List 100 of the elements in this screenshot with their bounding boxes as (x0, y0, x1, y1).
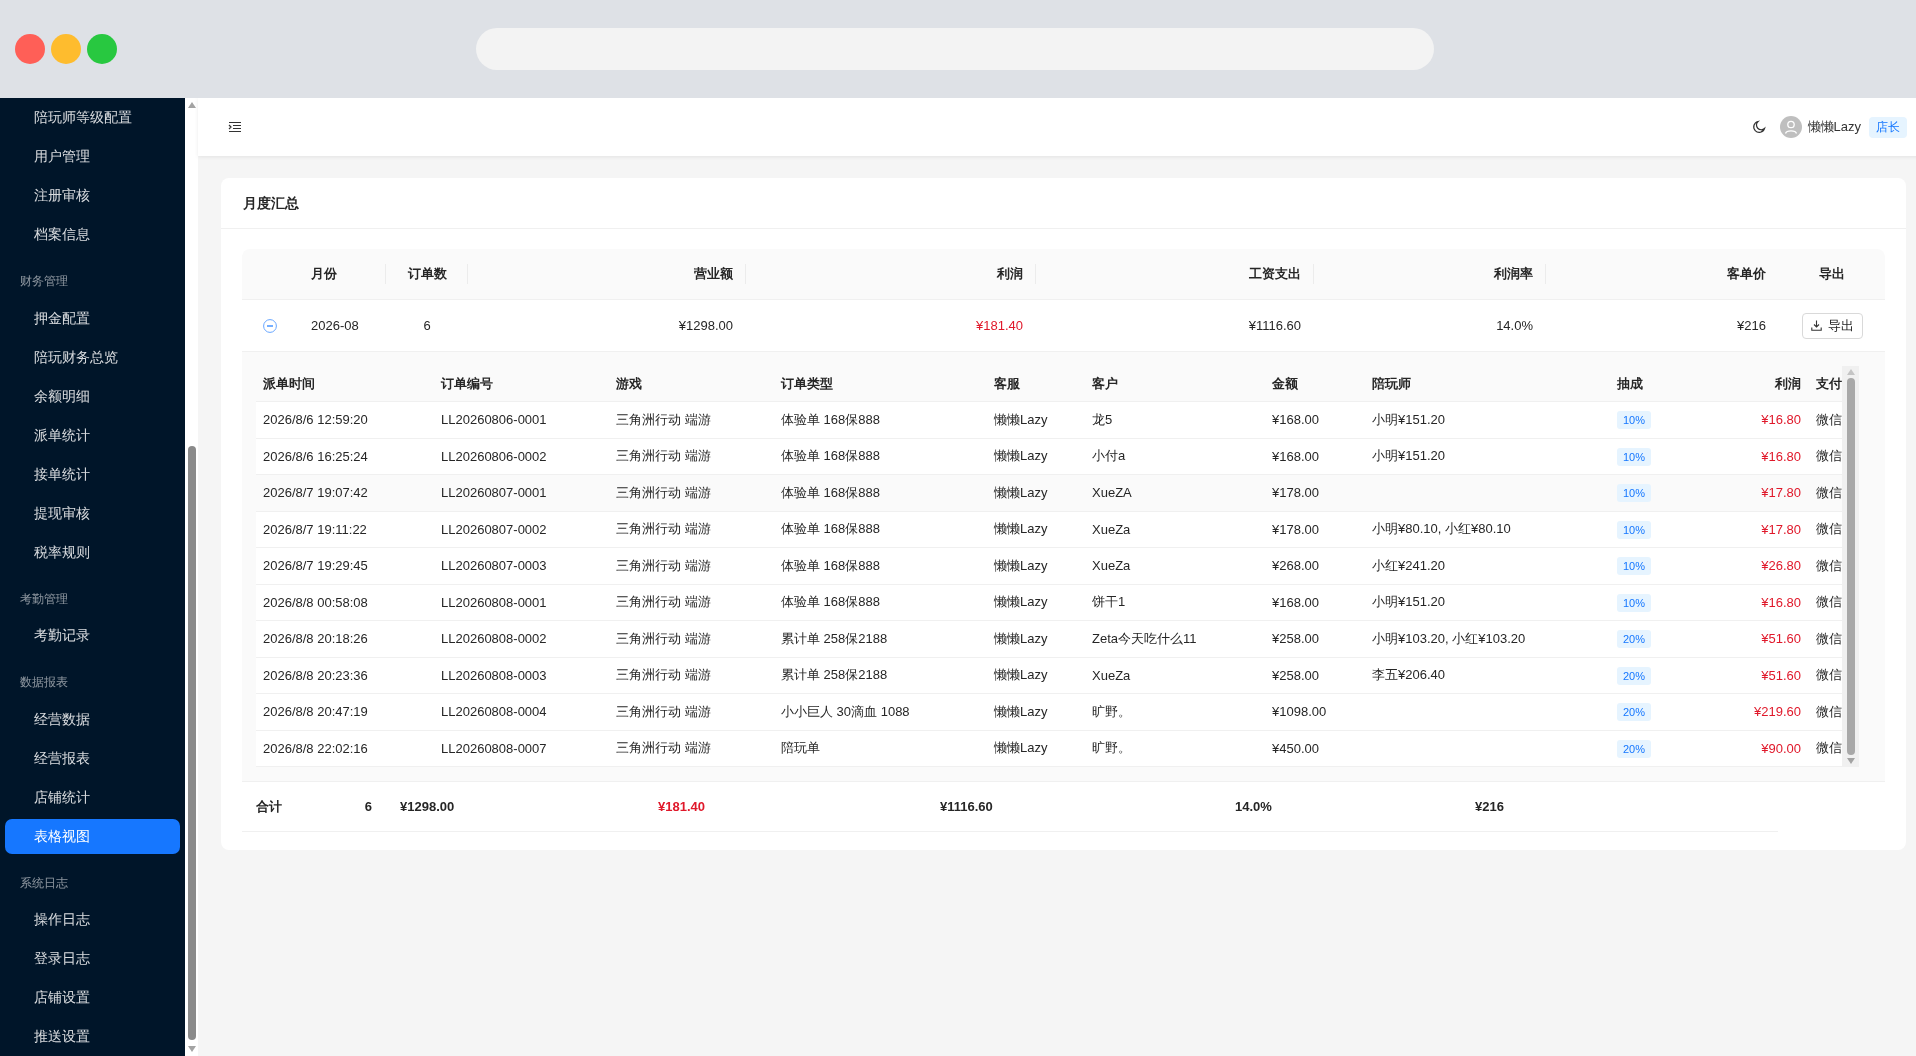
sidebar-item[interactable]: 店铺设置 (5, 980, 180, 1015)
table-row[interactable]: 2026/8/7 19:07:42 LL20260807-0001 三角洲行动 端游 体验单 168保888 懒懒Lazy XueZA ¥178.00 10% ¥17.80 微信 (256, 475, 1842, 512)
scroll-up-icon[interactable] (1846, 369, 1855, 375)
table-cell: XueZa (1092, 558, 1131, 574)
table-cell: 微信 (1816, 557, 1842, 573)
table-cell: 2026/8/7 19:07:42 (263, 485, 368, 501)
rate-tag: 10% (1617, 447, 1652, 466)
export-button[interactable]: 导出 (1801, 312, 1863, 339)
table-row[interactable]: 2026/8/7 19:29:45 LL20260807-0003 三角洲行动 端游 体验单 168保888 懒懒Lazy XueZa ¥268.00 小红¥241.20 10% ¥26.80 微信 (256, 548, 1842, 585)
table-cell: ¥51.60 (1761, 631, 1801, 647)
table-cell: 三角洲行动 端游 (616, 630, 711, 646)
sidebar-item[interactable]: 经营报表 (5, 740, 180, 776)
table-row[interactable]: 2026/8/8 20:47:19 LL20260808-0004 三角洲行动 端游 小小巨人 30滴血 1088 懒懒Lazy 旷野。 ¥1098.00 20% ¥219.60 微信 (256, 694, 1842, 731)
table-cell: 体验单 168保888 (781, 448, 880, 464)
rate-tag: 10% (1617, 411, 1652, 430)
table-cell: 小小巨人 30滴血 1088 (781, 703, 910, 719)
sidebar-item[interactable]: 表格视图 (5, 818, 180, 854)
sidebar-scrollbar[interactable] (185, 98, 198, 1056)
table-cell: 小明¥151.20 (1372, 411, 1445, 427)
table-cell: LL20260808-0003 (441, 667, 547, 683)
table-row[interactable]: 2026/8/8 22:02:16 LL20260808-0007 三角洲行动 端游 陪玩单 懒懒Lazy 旷野。 ¥450.00 20% ¥90.00 微信 (256, 730, 1842, 767)
moon-icon[interactable] (1751, 120, 1766, 134)
column-header: 支付 (1815, 374, 1842, 393)
avatar-icon[interactable] (1779, 116, 1802, 138)
sidebar-item[interactable]: 押金配置 (5, 300, 180, 336)
column-header: 派单时间 (262, 374, 316, 393)
table-cell: 2026/8/8 22:02:16 (263, 740, 368, 756)
table-cell: 2026/8/7 19:29:45 (263, 558, 368, 574)
table-cell: 体验单 168保888 (781, 521, 880, 537)
table-scrollbar[interactable] (1842, 366, 1859, 767)
column-header: 利润 (1774, 374, 1802, 393)
sidebar-item[interactable]: 登录日志 (5, 941, 180, 976)
sidebar-item[interactable]: 接单统计 (5, 456, 180, 492)
sidebar-group-label: 数据报表 (19, 674, 69, 691)
table-cell: ¥178.00 (1272, 485, 1319, 501)
user-name[interactable]: 懒懒Lazy (1807, 118, 1861, 136)
table-row[interactable]: 2026/8/7 19:11:22 LL20260807-0002 三角洲行动 端游 体验单 168保888 懒懒Lazy XueZa ¥178.00 小明¥80.10, 小红¥80.10 10% ¥17.80 微信 (256, 511, 1842, 548)
table-cell-text: ¥1298.00 (677, 318, 734, 333)
sidebar-item[interactable]: 注册审核 (5, 178, 180, 213)
rate-tag: 20% (1617, 703, 1652, 722)
table-cell: 三角洲行动 端游 (616, 667, 711, 683)
table-cell: 微信 (1816, 667, 1842, 683)
sidebar-item[interactable]: 提现审核 (5, 495, 180, 531)
sidebar-item[interactable]: 余额明细 (5, 378, 180, 414)
table-cell: 2026/8/8 20:18:26 (263, 631, 368, 647)
column-header: 陪玩师 (1371, 374, 1412, 393)
table-cell: 微信 (1816, 594, 1842, 610)
table-cell: ¥17.80 (1761, 485, 1801, 501)
table-cell: 累计单 258保2188 (781, 630, 888, 646)
rate-tag: 20% (1617, 666, 1652, 685)
rate-tag: 10% (1617, 593, 1652, 612)
minimize-window-icon[interactable] (51, 34, 81, 64)
table-cell: 体验单 168保888 (781, 411, 880, 427)
table-cell: LL20260806-0001 (441, 412, 547, 428)
collapse-icon[interactable] (263, 318, 277, 333)
sidebar-item[interactable]: 派单统计 (5, 417, 180, 453)
table-row[interactable]: 2026/8/8 20:23:36 LL20260808-0003 三角洲行动 端游 累计单 258保2188 懒懒Lazy XueZa ¥258.00 李五¥206.40 20% ¥51.60 微信 (256, 657, 1842, 694)
table-cell: ¥258.00 (1272, 631, 1319, 647)
total-label: 合计 (255, 797, 283, 816)
maximize-window-icon[interactable] (87, 34, 117, 64)
role-tag: 店长 (1869, 116, 1907, 138)
table-cell: ¥450.00 (1272, 740, 1319, 756)
table-cell: 懒懒Lazy (994, 557, 1048, 573)
scroll-down-icon[interactable] (1846, 758, 1855, 764)
sidebar-item[interactable]: 陪玩财务总览 (5, 339, 180, 375)
table-cell: ¥16.80 (1761, 412, 1801, 428)
sidebar-item[interactable]: 店铺统计 (5, 779, 180, 815)
total-cell-text: ¥1298.00 (399, 799, 456, 814)
sidebar-item[interactable]: 考勤记录 (5, 618, 180, 653)
close-window-icon[interactable] (15, 34, 45, 64)
table-cell: 小红¥241.20 (1372, 557, 1445, 573)
table-row[interactable]: 2026/8/8 20:18:26 LL20260808-0002 三角洲行动 端游 累计单 258保2188 懒懒Lazy Zeta今天吃什么11 ¥258.00 小明¥103.20, 小红¥103.20 20% ¥51.60 微信 (256, 621, 1842, 658)
table-cell-text: 14.0% (1495, 318, 1534, 333)
table-row[interactable]: 2026/8/8 00:58:08 LL20260808-0001 三角洲行动 端游 体验单 168保888 懒懒Lazy 饼干1 ¥168.00 小明¥151.20 10% ¥16.80 微信 (256, 584, 1842, 621)
column-header: 订单类型 (780, 374, 834, 393)
table-cell: 微信 (1816, 448, 1842, 464)
column-header: 导出 (1818, 265, 1846, 283)
table-cell: ¥219.60 (1754, 704, 1801, 720)
sidebar-item[interactable]: 用户管理 (5, 139, 180, 174)
table-row[interactable]: 2026/8/6 12:59:20 LL20260806-0001 三角洲行动 端游 体验单 168保888 懒懒Lazy 龙5 ¥168.00 小明¥151.20 10% ¥16.80 微信 (256, 402, 1842, 439)
sidebar-item[interactable]: 经营数据 (5, 701, 180, 737)
column-header: 客户 (1091, 374, 1119, 393)
scroll-down-icon[interactable] (187, 1046, 196, 1052)
sidebar-item[interactable]: 陪玩师等级配置 (5, 100, 180, 135)
scroll-up-icon[interactable] (187, 102, 196, 108)
menu-icon[interactable] (228, 121, 242, 133)
sidebar-item[interactable]: 税率规则 (5, 534, 180, 570)
table-cell: LL20260807-0003 (441, 558, 547, 574)
table-cell-text: ¥216 (1736, 318, 1767, 333)
table-cell: 小付a (1092, 448, 1126, 464)
sidebar-item[interactable]: 档案信息 (5, 217, 180, 252)
table-cell: ¥168.00 (1272, 594, 1319, 610)
table-cell: 2026/8/7 19:11:22 (263, 521, 367, 537)
table-cell: 懒懒Lazy (994, 667, 1048, 683)
table-cell: 懒懒Lazy (994, 411, 1048, 427)
table-cell: ¥1098.00 (1272, 704, 1327, 720)
table-cell-text: 6 (422, 318, 432, 333)
sidebar-item[interactable]: 推送设置 (5, 1019, 180, 1054)
sidebar-item[interactable]: 操作日志 (5, 902, 180, 937)
total-cell-text: 6 (363, 799, 372, 814)
